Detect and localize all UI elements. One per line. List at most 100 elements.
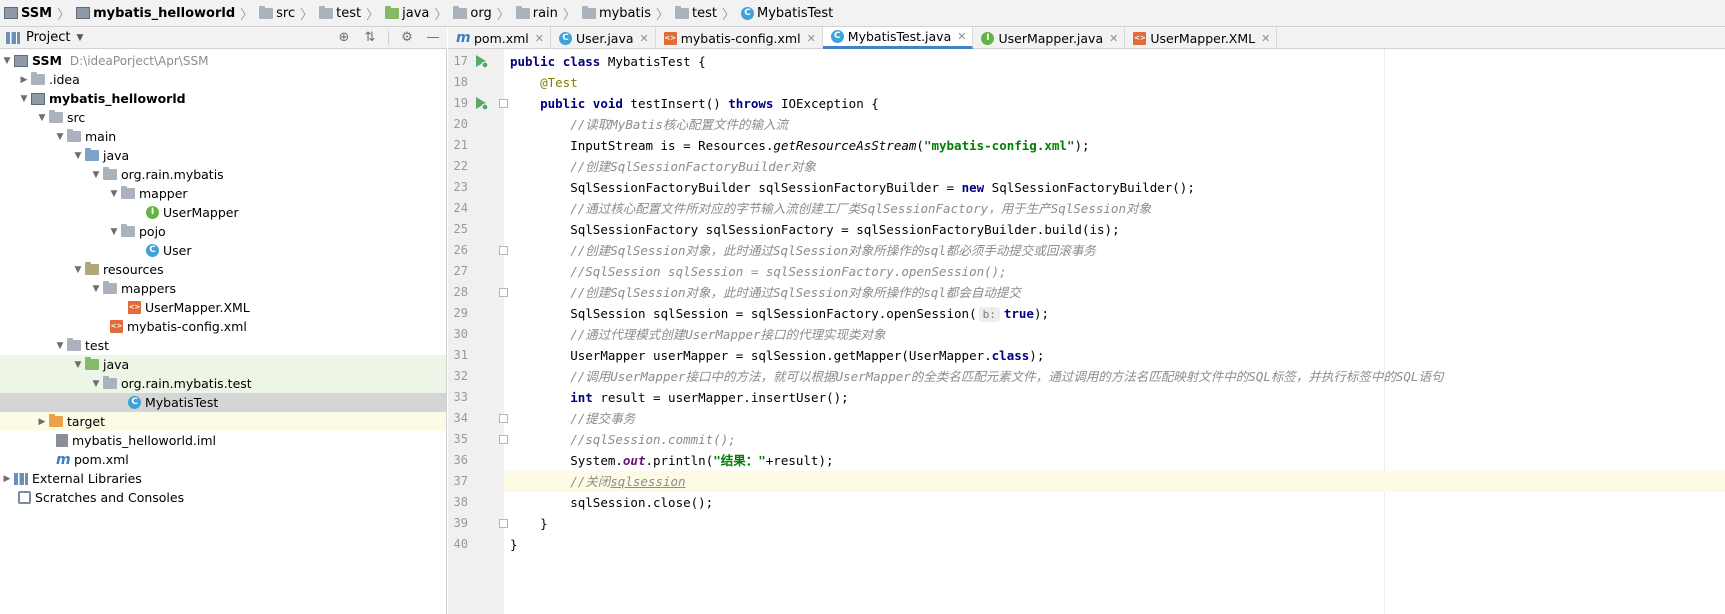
chevron-down-icon[interactable]: ▼ (89, 379, 103, 389)
chevron-down-icon[interactable]: ▼ (89, 170, 103, 180)
breadcrumb-item[interactable]: java (385, 5, 429, 21)
tree-item-test[interactable]: ▼ test (0, 336, 446, 355)
code-line[interactable]: //创建SqlSession对象，此时通过SqlSession对象所操作的sql… (504, 282, 1725, 303)
code-line[interactable]: //sqlSession.commit(); (504, 429, 1725, 450)
tree-item-iml[interactable]: mybatis_helloworld.iml (0, 431, 446, 450)
code-line-current[interactable]: //关闭sqlsession (504, 471, 1725, 492)
tab-usermapper-xml[interactable]: <> UserMapper.XML ✕ (1125, 27, 1278, 49)
tab-usermapper-java[interactable]: I UserMapper.java ✕ (973, 27, 1126, 49)
resources-folder-icon (85, 262, 99, 275)
close-icon[interactable]: ✕ (1261, 32, 1270, 45)
chevron-down-icon[interactable]: ▼ (35, 113, 49, 123)
tree-item-usermapper-xml[interactable]: <> UserMapper.XML (0, 298, 446, 317)
run-test-icon[interactable] (474, 54, 488, 68)
tree-item-external-libraries[interactable]: ▶ External Libraries (0, 469, 446, 488)
hide-panel-icon[interactable]: — (425, 30, 441, 46)
chevron-down-icon[interactable]: ▼ (71, 265, 85, 275)
tree-item-mapper[interactable]: ▼ mapper (0, 184, 446, 203)
tree-item-user[interactable]: C User (0, 241, 446, 260)
chevron-down-icon[interactable]: ▼ (76, 33, 83, 43)
tab-pom-xml[interactable]: m pom.xml ✕ (448, 27, 551, 49)
tree-item-pom[interactable]: m pom.xml (0, 450, 446, 469)
code-line[interactable]: //读取MyBatis核心配置文件的输入流 (504, 114, 1725, 135)
tree-item-mappers[interactable]: ▼ mappers (0, 279, 446, 298)
tree-item-scratches[interactable]: Scratches and Consoles (0, 488, 446, 507)
chevron-down-icon[interactable]: ▼ (107, 189, 121, 199)
breadcrumb-item[interactable]: rain (515, 5, 558, 21)
line-number: 38 (453, 495, 468, 509)
close-icon[interactable]: ✕ (1109, 32, 1118, 45)
chevron-down-icon[interactable]: ▼ (0, 56, 14, 66)
close-icon[interactable]: ✕ (957, 30, 966, 43)
chevron-down-icon[interactable]: ▼ (107, 227, 121, 237)
code-line[interactable]: @Test (504, 72, 1725, 93)
code-line[interactable]: public class MybatisTest { (504, 51, 1725, 72)
code-line[interactable]: SqlSessionFactoryBuilder sqlSessionFacto… (504, 177, 1725, 198)
code-line[interactable]: //创建SqlSessionFactoryBuilder对象 (504, 156, 1725, 177)
code-line[interactable]: //提交事务 (504, 408, 1725, 429)
locate-file-icon[interactable]: ⊕ (336, 30, 352, 46)
code-line[interactable]: //创建SqlSession对象，此时通过SqlSession对象所操作的sql… (504, 240, 1725, 261)
tree-item-mybatis-helloworld[interactable]: ▼ mybatis_helloworld (0, 89, 446, 108)
chevron-down-icon[interactable]: ▼ (53, 132, 67, 142)
breadcrumb-item[interactable]: org (453, 5, 492, 21)
project-panel-title[interactable]: Project (26, 30, 70, 45)
code-line[interactable]: } (504, 534, 1725, 555)
project-panel-header: Project ▼ ⊕ ⇅ ⚙ — (0, 27, 447, 49)
code-line[interactable]: public void testInsert() throws IOExcept… (504, 93, 1725, 114)
breadcrumb-item[interactable]: SSM (4, 6, 52, 21)
code-line[interactable]: System.out.println("结果："+result); (504, 450, 1725, 471)
breadcrumb-separator-icon: 〉 (57, 7, 71, 23)
code-line[interactable]: sqlSession.close(); (504, 492, 1725, 513)
tree-item-src[interactable]: ▼ src (0, 108, 446, 127)
tree-item-main-java[interactable]: ▼ java (0, 146, 446, 165)
close-icon[interactable]: ✕ (640, 32, 649, 45)
breadcrumb-item[interactable]: src (259, 5, 295, 21)
chevron-down-icon[interactable]: ▼ (89, 284, 103, 294)
tree-item-target[interactable]: ▶ target (0, 412, 446, 431)
tab-mybatis-config[interactable]: <> mybatis-config.xml ✕ (656, 27, 823, 49)
close-icon[interactable]: ✕ (535, 32, 544, 45)
breadcrumb-item[interactable]: test (319, 5, 361, 21)
tree-item-pojo[interactable]: ▼ pojo (0, 222, 446, 241)
chevron-right-icon[interactable]: ▶ (17, 75, 31, 85)
tree-item-package-mybatis[interactable]: ▼ org.rain.mybatis (0, 165, 446, 184)
maven-icon: m (456, 30, 471, 46)
tree-item-idea[interactable]: ▶ .idea (0, 70, 446, 89)
breadcrumb-item[interactable]: C MybatisTest (741, 6, 833, 21)
chevron-down-icon[interactable]: ▼ (17, 94, 31, 104)
tree-item-test-java[interactable]: ▼ java (0, 355, 446, 374)
code-line[interactable]: //SqlSession sqlSession = sqlSessionFact… (504, 261, 1725, 282)
code-line[interactable]: SqlSession sqlSession = sqlSessionFactor… (504, 303, 1725, 324)
code-line[interactable]: //通过核心配置文件所对应的字节输入流创建工厂类SqlSessionFactor… (504, 198, 1725, 219)
tree-item-resources[interactable]: ▼ resources (0, 260, 446, 279)
breadcrumb-item[interactable]: mybatis (581, 5, 651, 21)
collapse-all-icon[interactable]: ⇅ (362, 30, 378, 46)
close-icon[interactable]: ✕ (807, 32, 816, 45)
code-line[interactable]: int result = userMapper.insertUser(); (504, 387, 1725, 408)
chevron-down-icon[interactable]: ▼ (71, 360, 85, 370)
tab-mybatistest-java[interactable]: C MybatisTest.java ✕ (822, 27, 974, 49)
tab-user-java[interactable]: C User.java ✕ (551, 27, 656, 49)
breadcrumb-item[interactable]: mybatis_helloworld (76, 6, 235, 21)
code-line[interactable]: SqlSessionFactory sqlSessionFactory = sq… (504, 219, 1725, 240)
chevron-right-icon[interactable]: ▶ (0, 474, 14, 484)
chevron-down-icon[interactable]: ▼ (71, 151, 85, 161)
chevron-down-icon[interactable]: ▼ (53, 341, 67, 351)
gear-icon[interactable]: ⚙ (399, 30, 415, 46)
excluded-folder-icon (49, 414, 63, 427)
tree-item-usermapper[interactable]: I UserMapper (0, 203, 446, 222)
tree-item-mybatis-config[interactable]: <> mybatis-config.xml (0, 317, 446, 336)
code-line[interactable]: //通过代理模式创建UserMapper接口的代理实现类对象 (504, 324, 1725, 345)
code-line[interactable]: //调用UserMapper接口中的方法，就可以根据UserMapper的全类名… (504, 366, 1725, 387)
tree-item-mybatistest[interactable]: C MybatisTest (0, 393, 446, 412)
code-line[interactable]: UserMapper userMapper = sqlSession.getMa… (504, 345, 1725, 366)
code-line[interactable]: InputStream is = Resources.getResourceAs… (504, 135, 1725, 156)
chevron-right-icon[interactable]: ▶ (35, 417, 49, 427)
tree-item-main[interactable]: ▼ main (0, 127, 446, 146)
run-test-icon[interactable] (474, 96, 488, 110)
tree-item-ssm[interactable]: ▼ SSM D:\ideaPorject\Apr\SSM (0, 51, 446, 70)
breadcrumb-item[interactable]: test (675, 5, 717, 21)
code-line[interactable]: } (504, 513, 1725, 534)
tree-item-package-test[interactable]: ▼ org.rain.mybatis.test (0, 374, 446, 393)
